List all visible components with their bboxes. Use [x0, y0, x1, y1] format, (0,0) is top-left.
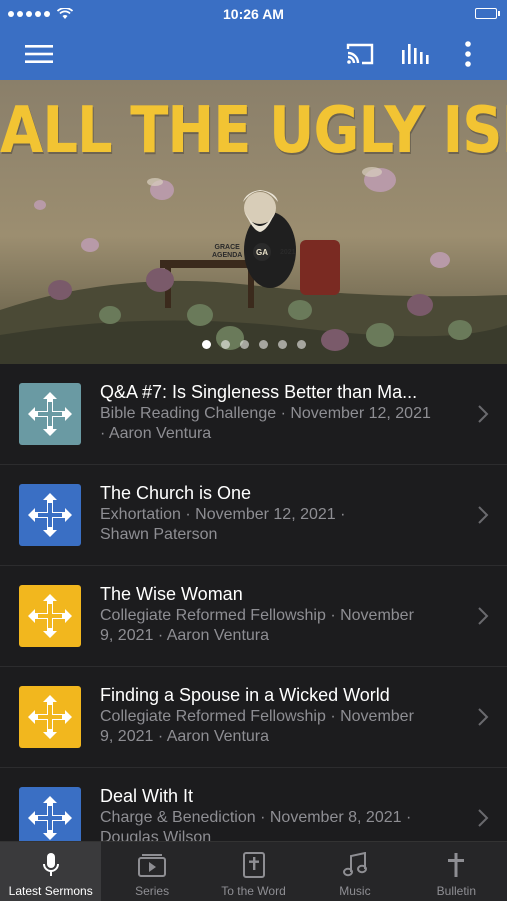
sermon-meta-line2: Shawn Paterson [100, 526, 218, 543]
tab-label: Series [135, 884, 170, 898]
page-dot[interactable] [220, 340, 230, 349]
cast-icon [346, 43, 374, 65]
page-dot[interactable] [296, 340, 306, 349]
music-note-icon [342, 852, 367, 877]
sermon-title: Finding a Spouse in a Wicked World [100, 685, 390, 705]
hero-credit-line1: GRACE [214, 244, 240, 251]
tab-label: To the Word [221, 884, 286, 898]
sermon-row[interactable]: The Church is One Exhortation · November… [0, 465, 507, 566]
app-bar [0, 28, 507, 80]
chevron-right-icon [478, 708, 489, 726]
cross-arrows-icon [28, 594, 72, 638]
tab-to-the-word[interactable]: To the Word [203, 842, 304, 901]
sermon-title: Q&A #7: Is Singleness Better than Ma... [100, 382, 418, 402]
page-dot[interactable] [201, 340, 211, 349]
chevron-right-icon [478, 405, 489, 423]
sermon-meta-line1: Bible Reading Challenge · November 12, 2… [100, 405, 431, 422]
cross-arrows-icon [28, 392, 72, 436]
tab-latest-sermons[interactable]: Latest Sermons [0, 842, 102, 901]
sermon-thumbnail [19, 686, 81, 748]
page-dot[interactable] [239, 340, 249, 349]
sermon-thumbnail [19, 787, 81, 841]
microphone-icon [42, 853, 59, 876]
tab-series[interactable]: Series [101, 842, 202, 901]
sermon-row[interactable]: Deal With It Charge & Benediction · Nove… [0, 768, 507, 841]
status-bar: 10:26 AM [0, 0, 507, 28]
cast-button[interactable] [338, 28, 382, 80]
sermon-meta-line1: Charge & Benediction · November 8, 2021 … [100, 809, 412, 826]
more-vertical-icon [465, 41, 471, 67]
sermon-meta-line2: Douglas Wilson [100, 829, 212, 841]
battery-icon [475, 8, 500, 19]
hero-credit-line2: AGENDA [212, 252, 243, 259]
sermon-row[interactable]: Finding a Spouse in a Wicked World Colle… [0, 667, 507, 768]
tab-label: Latest Sermons [8, 884, 93, 898]
sermon-meta-line2: 9, 2021 · Aaron Ventura [100, 728, 270, 745]
tab-bar: Latest Sermons Series To the Word Music … [0, 841, 507, 901]
tab-label: Music [339, 884, 371, 898]
sermon-list: Q&A #7: Is Singleness Better than Ma... … [0, 364, 507, 841]
page-dot[interactable] [258, 340, 268, 349]
cross-icon [448, 853, 465, 877]
page-dot[interactable] [277, 340, 287, 349]
cross-arrows-icon [28, 493, 72, 537]
sermon-meta-line2: · Aaron Ventura [100, 425, 212, 442]
tab-bulletin[interactable]: Bulletin [406, 842, 507, 901]
chevron-right-icon [478, 809, 489, 827]
hero-year: 2021 [280, 249, 296, 256]
carousel-page-indicator [0, 340, 507, 349]
chevron-right-icon [478, 506, 489, 524]
sermon-title: Deal With It [100, 786, 194, 806]
sermon-title: The Wise Woman [100, 584, 243, 604]
sermon-row[interactable]: The Wise Woman Collegiate Reformed Fello… [0, 566, 507, 667]
audio-levels-button[interactable] [393, 28, 437, 80]
bible-icon [242, 852, 265, 878]
sermon-meta-line1: Exhortation · November 12, 2021 · [100, 506, 346, 523]
chevron-right-icon [478, 607, 489, 625]
sermon-thumbnail [19, 585, 81, 647]
hero-credit: GRACE AGENDA [212, 244, 242, 260]
hamburger-icon [25, 45, 53, 63]
hero-title: ALL THE UGLY ISMS [0, 93, 507, 168]
equalizer-icon [402, 44, 429, 64]
tab-music[interactable]: Music [304, 842, 405, 901]
status-time: 10:26 AM [223, 6, 284, 22]
hero-badge: GA [253, 243, 271, 261]
tab-label: Bulletin [436, 884, 476, 898]
sermon-meta-line1: Collegiate Reformed Fellowship · Novembe… [100, 708, 414, 725]
cross-arrows-icon [28, 796, 72, 840]
sermon-meta-line2: 9, 2021 · Aaron Ventura [100, 627, 270, 644]
play-stack-icon [138, 854, 167, 877]
featured-carousel[interactable]: ALL THE UGLY ISMS GRACE AGENDA GA 2021 [0, 80, 507, 364]
sermon-thumbnail [19, 484, 81, 546]
sermon-row[interactable]: Q&A #7: Is Singleness Better than Ma... … [0, 364, 507, 465]
more-options-button[interactable] [446, 28, 490, 80]
menu-button[interactable] [17, 28, 61, 80]
sermon-title: The Church is One [100, 483, 252, 503]
cross-arrows-icon [28, 695, 72, 739]
sermon-thumbnail [19, 383, 81, 445]
sermon-meta-line1: Collegiate Reformed Fellowship · Novembe… [100, 607, 414, 624]
